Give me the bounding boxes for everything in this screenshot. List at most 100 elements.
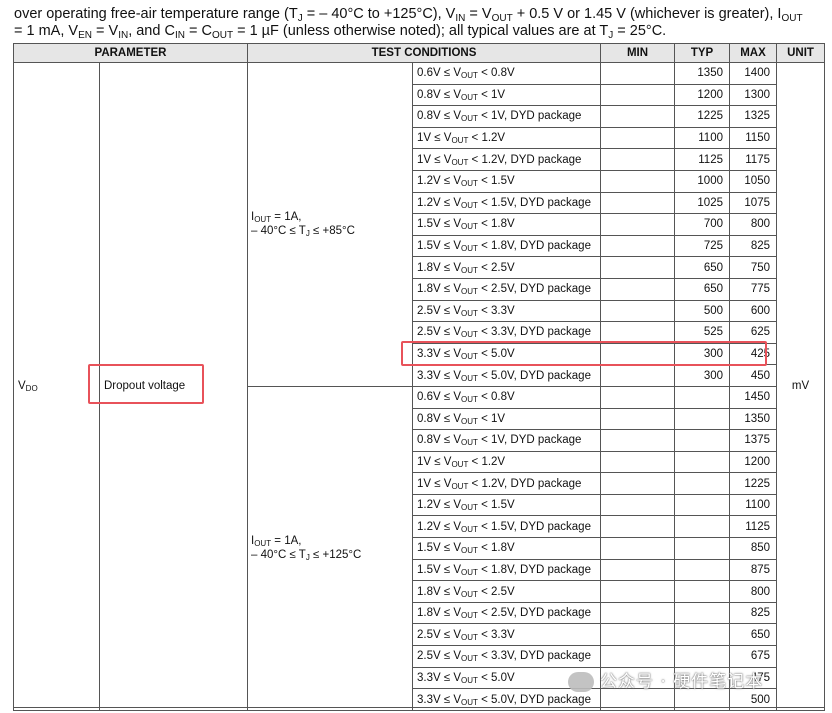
condition-cell: 1.8V ≤ VOUT < 2.5V, DYD package bbox=[412, 277, 601, 301]
max-cell: 1300 bbox=[729, 83, 777, 107]
max-cell: 650 bbox=[729, 623, 777, 647]
max-cell: 1325 bbox=[729, 105, 777, 128]
typ-cell bbox=[674, 623, 730, 647]
condition-cell: 3.3V ≤ VOUT < 5.0V, DYD package bbox=[412, 364, 601, 387]
max-cell: 875 bbox=[729, 558, 777, 582]
min-cell bbox=[600, 234, 675, 258]
condition-cell: 2.5V ≤ VOUT < 3.3V bbox=[412, 623, 601, 647]
max-cell: 1350 bbox=[729, 407, 777, 431]
test-group-85c: IOUT = 1A, – 40°C ≤ TJ ≤ +85°C bbox=[247, 62, 413, 387]
min-cell bbox=[600, 450, 675, 474]
condition-cell: 1.5V ≤ VOUT < 1.8V bbox=[412, 537, 601, 560]
max-cell: 850 bbox=[729, 537, 777, 560]
min-cell bbox=[600, 191, 675, 215]
min-cell bbox=[600, 623, 675, 647]
condition-cell: 1.8V ≤ VOUT < 2.5V bbox=[412, 256, 601, 279]
test-group-125c: IOUT = 1A, – 40°C ≤ TJ ≤ +125°C bbox=[247, 385, 413, 711]
typ-cell bbox=[674, 645, 730, 668]
header-min: MIN bbox=[600, 43, 675, 63]
condition-cell: 1V ≤ VOUT < 1.2V bbox=[412, 126, 601, 150]
condition-cell: 0.6V ≤ VOUT < 0.8V bbox=[412, 62, 601, 85]
condition-cell: 1.2V ≤ VOUT < 1.5V bbox=[412, 169, 601, 193]
condition-cell: 1.2V ≤ VOUT < 1.5V bbox=[412, 493, 601, 517]
min-cell bbox=[600, 62, 675, 85]
condition-cell: 1.5V ≤ VOUT < 1.8V bbox=[412, 213, 601, 236]
wechat-bubble-icon bbox=[568, 672, 594, 692]
max-cell: 1400 bbox=[729, 62, 777, 85]
max-cell: 1375 bbox=[729, 429, 777, 452]
max-cell: 675 bbox=[729, 645, 777, 668]
typ-cell bbox=[674, 580, 730, 603]
max-cell: 450 bbox=[729, 364, 777, 387]
typ-cell: 1350 bbox=[674, 62, 730, 85]
min-cell bbox=[600, 148, 675, 171]
max-cell: 800 bbox=[729, 213, 777, 236]
typ-cell: 300 bbox=[674, 364, 730, 387]
max-cell: 1150 bbox=[729, 126, 777, 150]
condition-cell: 1.2V ≤ VOUT < 1.5V, DYD package bbox=[412, 191, 601, 215]
max-cell: 825 bbox=[729, 601, 777, 625]
max-cell: 1450 bbox=[729, 385, 777, 409]
condition-cell: 1.5V ≤ VOUT < 1.8V, DYD package bbox=[412, 234, 601, 258]
condition-cell: 0.8V ≤ VOUT < 1V, DYD package bbox=[412, 429, 601, 452]
typ-cell: 500 bbox=[674, 299, 730, 323]
typ-cell bbox=[674, 558, 730, 582]
condition-cell: 0.6V ≤ VOUT < 0.8V bbox=[412, 385, 601, 409]
header-row: PARAMETER TEST CONDITIONS MIN TYP MAX UN… bbox=[13, 43, 825, 63]
max-cell: 775 bbox=[729, 277, 777, 301]
watermark: 公众号 · 硬件笔记本 bbox=[568, 667, 763, 692]
typ-cell bbox=[674, 472, 730, 495]
highlight-row-3v3-5v bbox=[401, 341, 767, 366]
typ-cell bbox=[674, 385, 730, 409]
min-cell bbox=[600, 472, 675, 495]
min-cell bbox=[600, 645, 675, 668]
min-cell bbox=[600, 299, 675, 323]
min-cell bbox=[600, 126, 675, 150]
min-cell bbox=[600, 169, 675, 193]
typ-cell: 1200 bbox=[674, 83, 730, 107]
max-cell: 1100 bbox=[729, 493, 777, 517]
min-cell bbox=[600, 213, 675, 236]
condition-cell: 0.8V ≤ VOUT < 1V, DYD package bbox=[412, 105, 601, 128]
condition-cell: 1V ≤ VOUT < 1.2V, DYD package bbox=[412, 472, 601, 495]
condition-cell: 2.5V ≤ VOUT < 3.3V, DYD package bbox=[412, 321, 601, 344]
typ-cell: 650 bbox=[674, 277, 730, 301]
min-cell bbox=[600, 558, 675, 582]
typ-cell: 1025 bbox=[674, 191, 730, 215]
max-cell: 600 bbox=[729, 299, 777, 323]
min-cell bbox=[600, 537, 675, 560]
header-max: MAX bbox=[729, 43, 777, 63]
min-cell bbox=[600, 256, 675, 279]
table-row: VDO Dropout voltage IOUT = 1A, – 40°C ≤ TJ … bbox=[13, 62, 825, 711]
max-cell: 1175 bbox=[729, 148, 777, 171]
symbol-cell: VDO bbox=[13, 62, 100, 711]
min-cell bbox=[600, 321, 675, 344]
table-caption: over operating free-air temperature rang… bbox=[14, 6, 803, 41]
condition-cell: 1.8V ≤ VOUT < 2.5V bbox=[412, 580, 601, 603]
min-cell bbox=[600, 580, 675, 603]
condition-cell: 1.2V ≤ VOUT < 1.5V, DYD package bbox=[412, 515, 601, 539]
condition-cell: 1V ≤ VOUT < 1.2V, DYD package bbox=[412, 148, 601, 171]
max-cell: 625 bbox=[729, 321, 777, 344]
typ-cell bbox=[674, 450, 730, 474]
header-typ: TYP bbox=[674, 43, 730, 63]
min-cell bbox=[600, 105, 675, 128]
condition-cell: 1.5V ≤ VOUT < 1.8V, DYD package bbox=[412, 558, 601, 582]
typ-cell: 700 bbox=[674, 213, 730, 236]
typ-cell: 1125 bbox=[674, 148, 730, 171]
highlight-dropout-voltage bbox=[88, 364, 204, 404]
min-cell bbox=[600, 83, 675, 107]
max-cell: 825 bbox=[729, 234, 777, 258]
typ-cell: 1225 bbox=[674, 105, 730, 128]
condition-cell: 2.5V ≤ VOUT < 3.3V bbox=[412, 299, 601, 323]
max-cell: 1225 bbox=[729, 472, 777, 495]
condition-cell: 2.5V ≤ VOUT < 3.3V, DYD package bbox=[412, 645, 601, 668]
max-cell: 750 bbox=[729, 256, 777, 279]
table-continuation bbox=[13, 707, 824, 713]
min-cell bbox=[600, 601, 675, 625]
typ-cell bbox=[674, 429, 730, 452]
typ-cell: 1000 bbox=[674, 169, 730, 193]
header-unit: UNIT bbox=[776, 43, 825, 63]
max-cell: 1075 bbox=[729, 191, 777, 215]
max-cell: 1125 bbox=[729, 515, 777, 539]
